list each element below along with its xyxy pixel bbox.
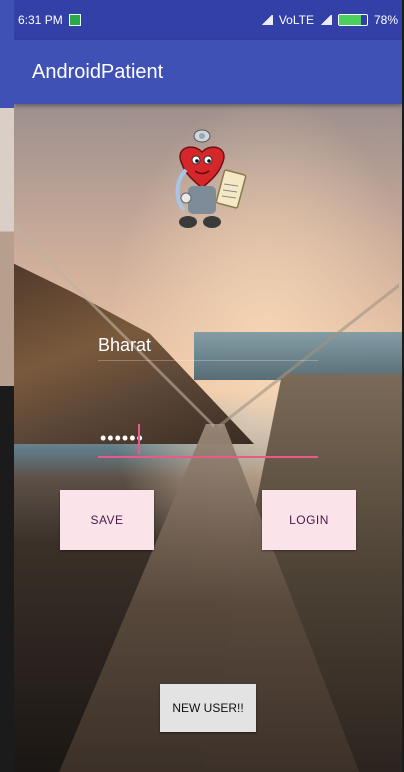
status-time: 6:31 PM — [18, 13, 63, 27]
signal-icon-2 — [319, 15, 332, 25]
status-bar: 6:31 PM VoLTE 78% — [14, 0, 402, 40]
app-title: AndroidPatient — [32, 61, 164, 83]
username-value: Bharat — [98, 335, 152, 355]
login-screen: Bharat •••••• SAVE LOGIN NEW USER!! — [14, 104, 402, 772]
phone-screen: 6:31 PM VoLTE 78% AndroidPatient Bharat … — [14, 0, 402, 772]
new-user-button[interactable]: NEW USER!! — [160, 684, 256, 732]
app-bar: AndroidPatient — [14, 40, 402, 104]
network-label: VoLTE — [278, 13, 314, 27]
save-button[interactable]: SAVE — [60, 490, 154, 550]
battery-icon — [337, 14, 368, 26]
notification-icon — [68, 14, 81, 26]
doctor-heart-mascot-icon — [175, 129, 247, 228]
status-left: 6:31 PM — [18, 0, 81, 40]
battery-fill — [338, 15, 361, 25]
background-left-strip — [0, 0, 14, 772]
text-cursor — [138, 424, 140, 454]
status-right: VoLTE 78% — [260, 0, 398, 40]
username-field[interactable]: Bharat — [98, 330, 318, 361]
password-field[interactable]: •••••• — [98, 424, 318, 458]
signal-icon — [260, 15, 273, 25]
login-button[interactable]: LOGIN — [262, 490, 356, 550]
battery-percent: 78% — [373, 13, 398, 27]
